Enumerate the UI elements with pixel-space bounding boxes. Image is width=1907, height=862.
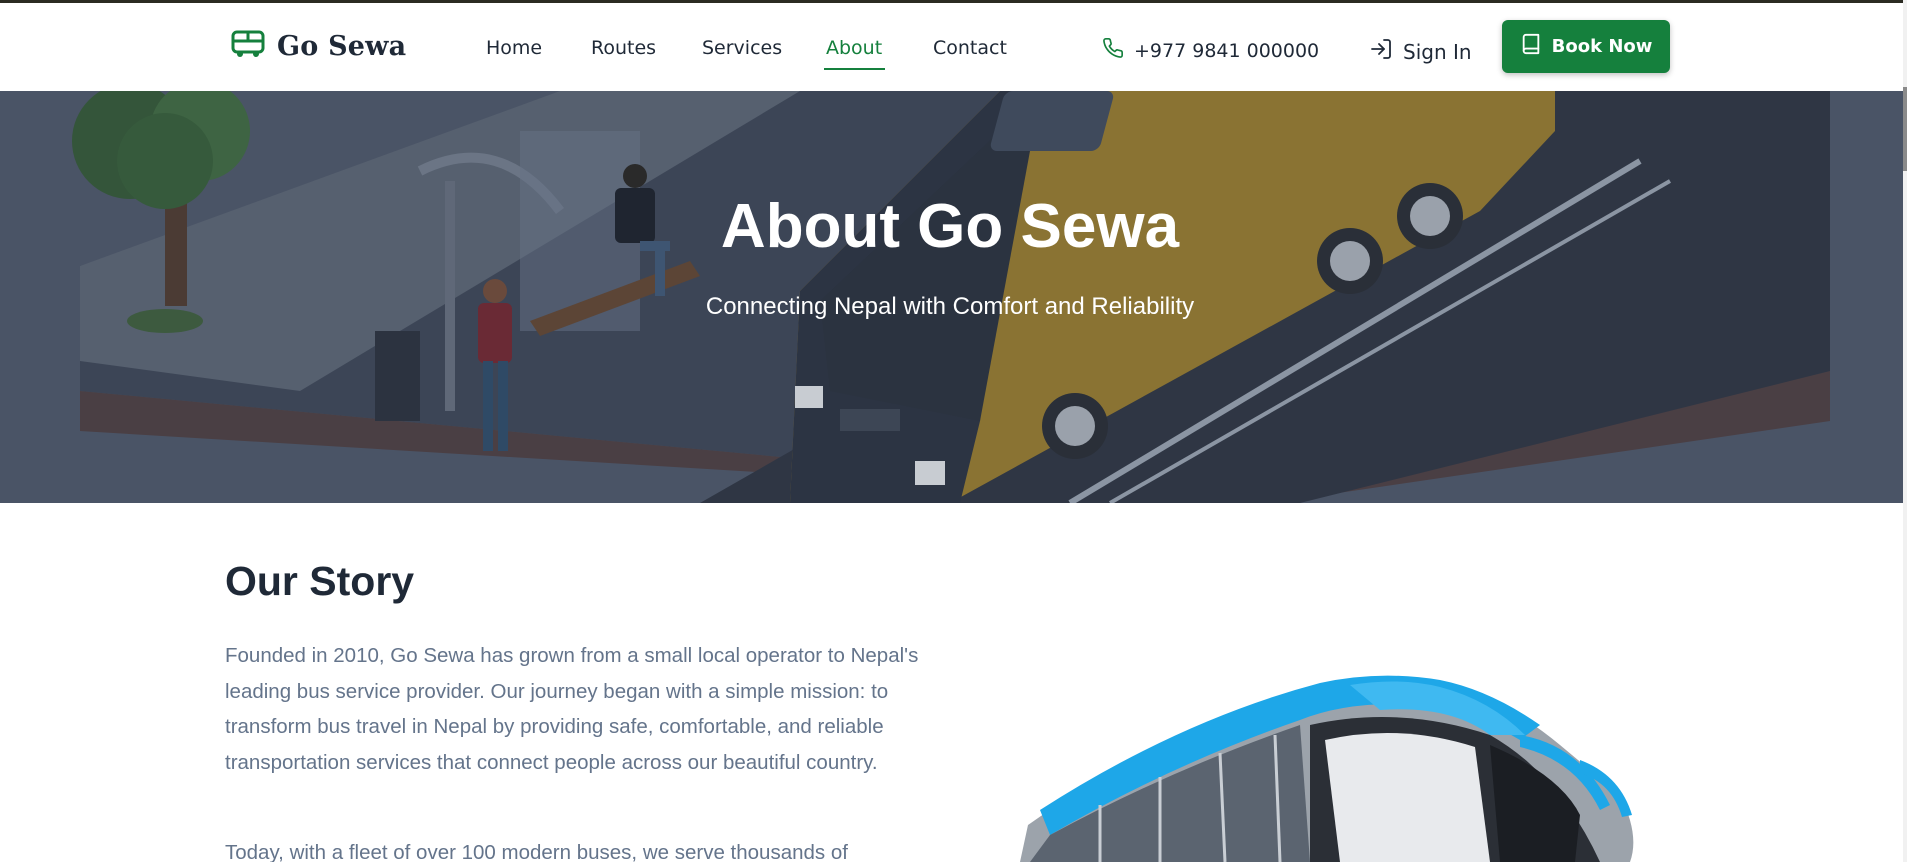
site-header: Go Sewa Home Routes Services About Conta…	[0, 3, 1903, 91]
nav-about[interactable]: About	[826, 37, 882, 59]
phone-icon	[1102, 37, 1124, 64]
brand-logo[interactable]: Go Sewa	[231, 29, 406, 64]
sign-in-label: Sign In	[1403, 39, 1472, 64]
nav-contact[interactable]: Contact	[933, 37, 1007, 59]
nav-services[interactable]: Services	[702, 37, 782, 59]
hero-subtitle: Connecting Nepal with Comfort and Reliab…	[705, 293, 1195, 320]
bus-icon	[231, 29, 265, 64]
brand-name: Go Sewa	[277, 31, 407, 62]
story-paragraph: Today, with a fleet of over 100 modern b…	[225, 841, 848, 862]
active-nav-indicator	[824, 68, 885, 70]
sign-in-link[interactable]: Sign In	[1369, 37, 1472, 66]
hero-title: About Go Sewa	[720, 192, 1180, 261]
hero-banner: About Go Sewa Connecting Nepal with Comf…	[0, 91, 1903, 503]
book-now-button[interactable]: Book Now	[1502, 20, 1670, 73]
section-title: Our Story	[225, 558, 415, 604]
story-paragraph: Founded in 2010, Go Sewa has grown from …	[225, 644, 919, 774]
book-now-label: Book Now	[1551, 36, 1653, 57]
bus-image	[1020, 665, 1640, 862]
phone-contact[interactable]: +977 9841 000000	[1102, 37, 1319, 64]
book-icon	[1520, 33, 1542, 60]
nav-routes[interactable]: Routes	[591, 37, 656, 59]
phone-number: +977 9841 000000	[1134, 39, 1320, 62]
nav-home[interactable]: Home	[486, 37, 542, 59]
scrollbar-thumb[interactable]	[1903, 87, 1907, 171]
sign-in-icon	[1369, 37, 1393, 66]
